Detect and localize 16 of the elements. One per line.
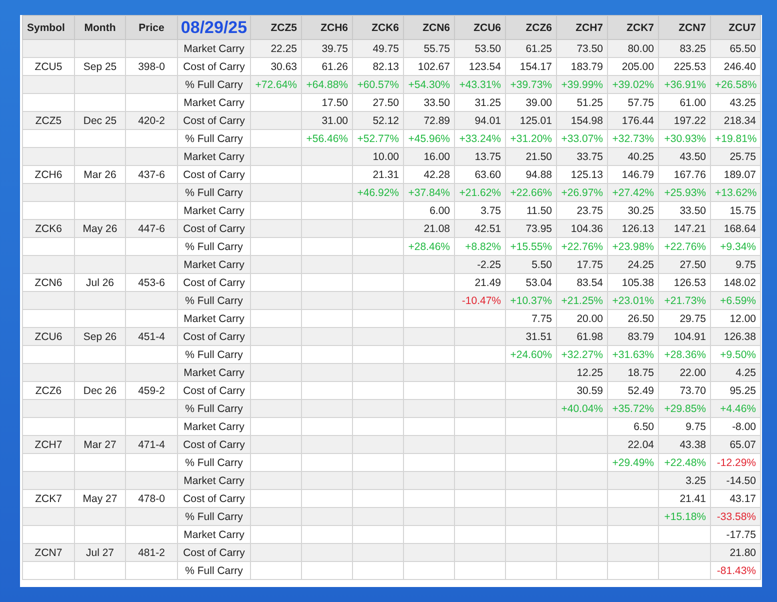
row-label: % Full Carry — [178, 562, 250, 580]
column-header: ZCH6 — [302, 16, 352, 40]
column-header: Price — [126, 16, 178, 40]
column-header: Month — [74, 16, 126, 40]
column-header: ZCZ6 — [506, 16, 556, 40]
column-header: ZCZ5 — [250, 16, 302, 40]
column-header: ZCH7 — [556, 16, 608, 40]
column-header: ZCK6 — [352, 16, 404, 40]
percent-cell: -81.43% — [710, 562, 760, 580]
column-header: ZCN6 — [404, 16, 454, 40]
column-header: ZCK7 — [608, 16, 658, 40]
column-header: ZCU6 — [454, 16, 506, 40]
date-header: 08/29/25 — [178, 16, 250, 40]
column-header: ZCU7 — [710, 16, 760, 40]
column-header: Symbol — [22, 16, 74, 40]
column-header: ZCN7 — [658, 16, 710, 40]
